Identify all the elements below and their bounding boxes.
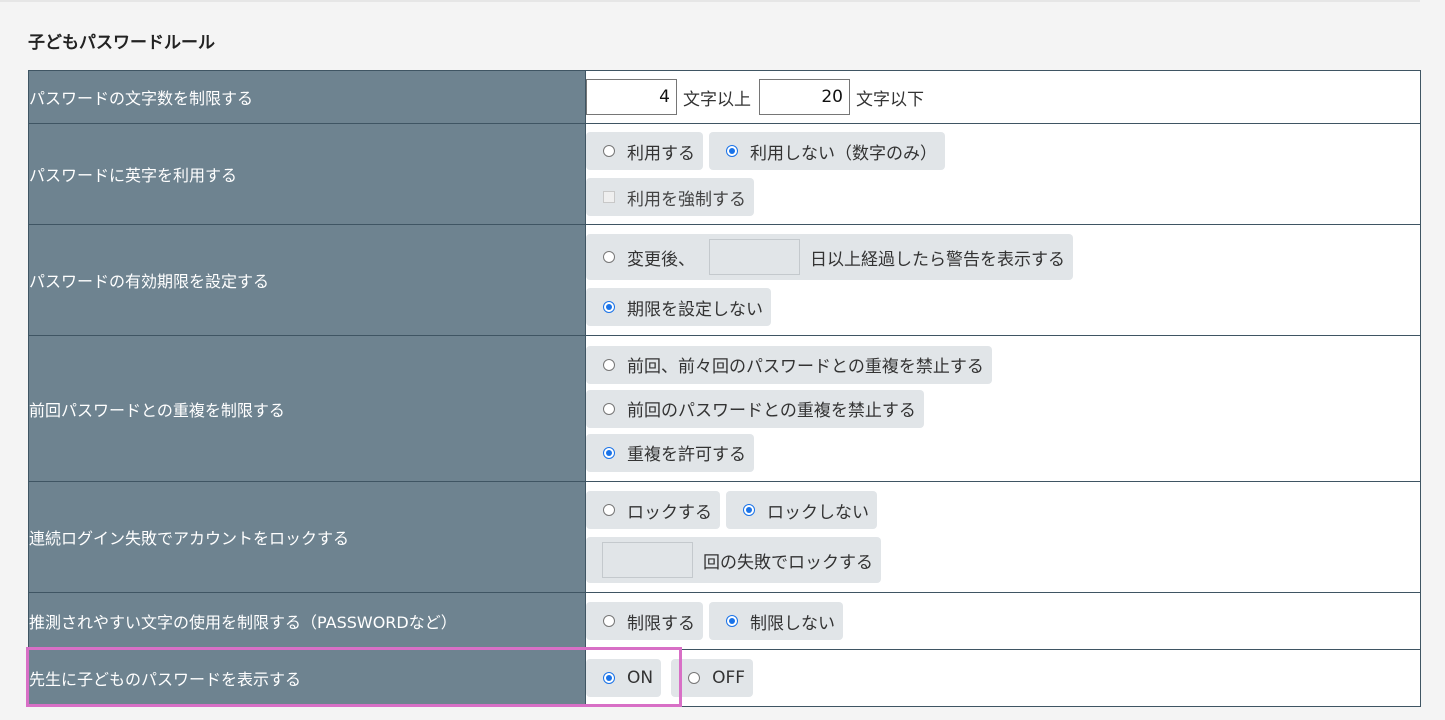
- radio-checked-icon[interactable]: [603, 672, 615, 684]
- password-rules-table: パスワードの文字数を制限する 文字以上 文字以下 パスワードに英字を利用する 利…: [28, 70, 1421, 707]
- radio-icon[interactable]: [688, 672, 701, 684]
- history-two-generations-option[interactable]: 前回、前々回のパスワードとの重複を禁止する: [586, 345, 992, 384]
- top-divider: [0, 0, 1420, 2]
- alphabet-use-option[interactable]: 利用する: [586, 132, 703, 170]
- expiry-none-option[interactable]: 期限を設定しない: [586, 288, 771, 326]
- rule-label-length: パスワードの文字数を制限する: [28, 70, 586, 124]
- rule-label-history: 前回パスワードとの重複を制限する: [28, 335, 586, 482]
- rule-label-expiry: パスワードの有効期限を設定する: [28, 224, 586, 336]
- lockout-count-suffix: 回の失敗でロックする: [703, 552, 873, 573]
- rule-label-alphabet: パスワードに英字を利用する: [28, 123, 586, 225]
- rule-row-guessable: 推測されやすい文字の使用を制限する（PASSWORDなど） 制限する 制限しない: [28, 592, 1421, 650]
- option-label: 重複を許可する: [627, 445, 746, 465]
- lockout-count-group: 回の失敗でロックする: [586, 537, 881, 583]
- radio-checked-icon[interactable]: [726, 145, 738, 157]
- history-one-generation-option[interactable]: 前回のパスワードとの重複を禁止する: [586, 389, 924, 428]
- alphabet-no-use-option[interactable]: 利用しない（数字のみ）: [709, 132, 945, 170]
- show-password-on-option[interactable]: ON: [586, 659, 662, 697]
- radio-icon[interactable]: [603, 358, 615, 371]
- radio-icon[interactable]: [603, 504, 615, 516]
- radio-checked-icon[interactable]: [603, 301, 615, 313]
- rule-row-show-to-teacher: 先生に子どものパスワードを表示する ON OFF: [28, 649, 1421, 707]
- rule-label-lockout: 連続ログイン失敗でアカウントをロックする: [28, 481, 586, 593]
- option-label: 期限を設定しない: [627, 299, 763, 320]
- alphabet-force-checkbox[interactable]: 利用を強制する: [586, 178, 754, 216]
- checkbox-icon[interactable]: [603, 191, 615, 203]
- option-label: ON: [627, 668, 654, 688]
- min-length-unit: 文字以上: [683, 89, 751, 110]
- radio-checked-icon[interactable]: [743, 504, 755, 516]
- option-label: ロックしない: [767, 502, 869, 523]
- rule-row-length: パスワードの文字数を制限する 文字以上 文字以下: [28, 70, 1421, 124]
- lockout-enable-option[interactable]: ロックする: [586, 491, 720, 529]
- option-label-prefix: 変更後、: [627, 249, 695, 270]
- guessable-restrict-option[interactable]: 制限する: [586, 602, 703, 640]
- show-password-off-option[interactable]: OFF: [671, 659, 754, 697]
- option-label: ロックする: [627, 502, 712, 523]
- radio-icon[interactable]: [603, 145, 615, 157]
- min-length-input[interactable]: [586, 79, 677, 115]
- guessable-no-restrict-option[interactable]: 制限しない: [709, 602, 843, 640]
- option-label: 制限する: [627, 613, 695, 634]
- option-label: 制限しない: [750, 613, 835, 634]
- radio-checked-icon[interactable]: [726, 615, 738, 627]
- option-label: 前回のパスワードとの重複を禁止する: [627, 401, 916, 421]
- rule-label-guessable: 推測されやすい文字の使用を制限する（PASSWORDなど）: [28, 592, 586, 650]
- radio-icon[interactable]: [603, 615, 615, 627]
- option-label: 利用しない（数字のみ）: [750, 143, 937, 164]
- expiry-after-days-option[interactable]: 変更後、 日以上経過したら警告を表示する: [586, 234, 1073, 280]
- max-length-input[interactable]: [759, 79, 850, 115]
- option-label-suffix: 日以上経過したら警告を表示する: [810, 249, 1065, 270]
- option-label: 利用する: [627, 143, 695, 164]
- radio-checked-icon[interactable]: [603, 446, 615, 459]
- lockout-disable-option[interactable]: ロックしない: [726, 491, 877, 529]
- rule-label-show-to-teacher: 先生に子どものパスワードを表示する: [28, 649, 586, 707]
- max-length-unit: 文字以下: [856, 89, 924, 110]
- option-label: OFF: [712, 668, 746, 688]
- history-allow-option[interactable]: 重複を許可する: [586, 433, 754, 472]
- option-label: 前回、前々回のパスワードとの重複を禁止する: [627, 357, 984, 377]
- option-label: 利用を強制する: [627, 189, 746, 210]
- section-title: 子どもパスワードルール: [28, 33, 215, 53]
- lockout-count-input[interactable]: [602, 542, 693, 578]
- rule-row-expiry: パスワードの有効期限を設定する 変更後、 日以上経過したら警告を表示する 期限を…: [28, 224, 1421, 336]
- rule-row-history: 前回パスワードとの重複を制限する 前回、前々回のパスワードとの重複を禁止する 前…: [28, 335, 1421, 482]
- rule-row-alphabet: パスワードに英字を利用する 利用する 利用しない（数字のみ） 利用を強制する: [28, 123, 1421, 225]
- radio-icon[interactable]: [603, 251, 615, 263]
- expiry-days-input[interactable]: [709, 239, 800, 275]
- rule-row-lockout: 連続ログイン失敗でアカウントをロックする ロックする ロックしない 回の失敗でロ…: [28, 481, 1421, 593]
- radio-icon[interactable]: [603, 402, 615, 415]
